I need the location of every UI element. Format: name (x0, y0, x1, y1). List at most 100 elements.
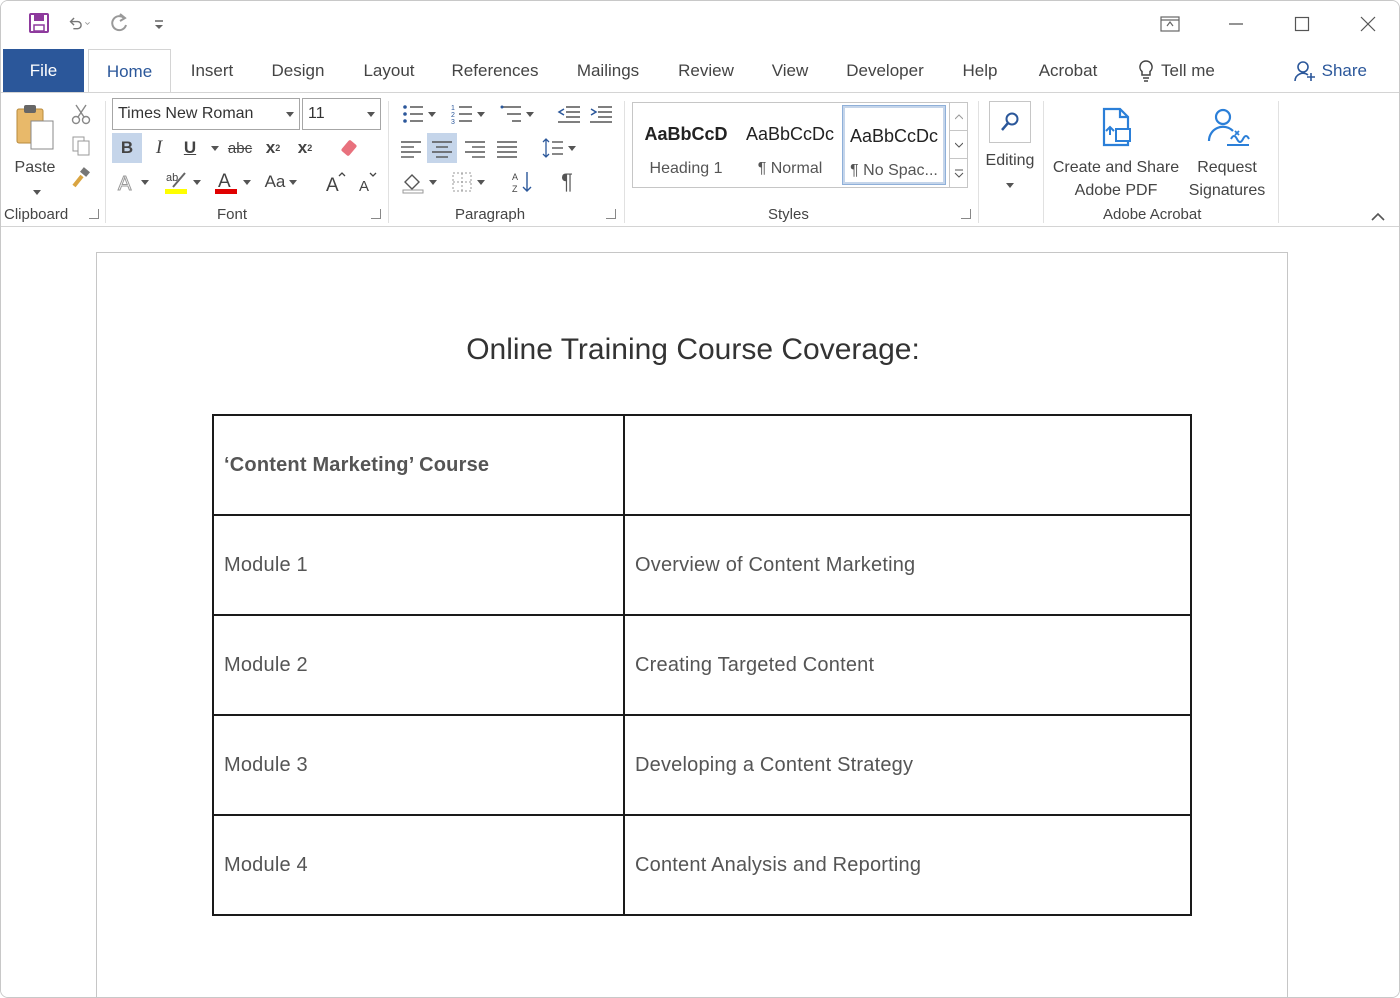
tab-developer[interactable]: Developer (838, 49, 932, 92)
undo-icon[interactable] (67, 11, 91, 35)
editing-button[interactable]: Editing (982, 101, 1038, 195)
bold-button[interactable]: B (112, 133, 142, 163)
style-normal-preview: AaBbCcDc (745, 124, 835, 144)
font-name-box[interactable]: Times New Roman (112, 98, 300, 130)
style-heading-1-preview: AaBbCcD (644, 124, 728, 144)
styles-scroll-down-icon[interactable] (950, 131, 967, 159)
clear-formatting-icon[interactable] (335, 133, 363, 163)
italic-button[interactable]: I (146, 133, 172, 163)
style-normal-name: ¶ Normal (757, 160, 823, 177)
format-painter-icon[interactable] (67, 165, 95, 191)
window-controls (1137, 1, 1399, 47)
show-marks-button[interactable]: ¶ (553, 167, 581, 197)
document-page[interactable]: Online Training Course Coverage: ‘Conten… (96, 252, 1288, 997)
underline-dropdown-icon[interactable] (211, 146, 219, 151)
tell-me[interactable]: Tell me (1137, 49, 1215, 92)
styles-more-icon[interactable] (950, 159, 967, 187)
justify-icon[interactable] (493, 133, 521, 163)
svg-text:A: A (512, 172, 518, 182)
underline-button[interactable]: U (177, 133, 203, 163)
share-button[interactable]: Share (1293, 49, 1367, 92)
style-heading-1[interactable]: AaBbCcD Heading 1 (635, 106, 737, 184)
table-row: Module 3 Developing a Content Strategy (212, 714, 1192, 816)
borders-icon[interactable] (446, 167, 490, 197)
table-cell[interactable]: Module 4 (212, 814, 625, 916)
table-cell[interactable] (623, 414, 1192, 516)
styles-gallery: AaBbCcD Heading 1 AaBbCcDc ¶ Normal AaBb… (632, 102, 968, 188)
tab-mailings[interactable]: Mailings (566, 49, 650, 92)
font-launcher-icon[interactable] (371, 209, 381, 219)
tab-layout[interactable]: Layout (351, 49, 427, 92)
request-signatures-button[interactable]: Request Signatures (1184, 105, 1270, 202)
ribbon-display-icon[interactable] (1137, 1, 1203, 47)
table-cell[interactable]: Content Analysis and Reporting (623, 814, 1192, 916)
style-normal[interactable]: AaBbCcDc ¶ Normal (739, 106, 841, 184)
acrobat-group-label: Adobe Acrobat (1103, 206, 1202, 223)
text-effects-icon[interactable]: A (114, 167, 150, 197)
numbering-icon[interactable]: 123 (446, 99, 490, 129)
tab-help[interactable]: Help (951, 49, 1009, 92)
cut-icon[interactable] (67, 101, 95, 127)
tab-file[interactable]: File (3, 49, 84, 92)
tab-design[interactable]: Design (259, 49, 337, 92)
maximize-icon[interactable] (1269, 1, 1335, 47)
svg-text:A: A (118, 173, 132, 193)
table-cell[interactable]: Overview of Content Marketing (623, 514, 1192, 616)
table-cell[interactable]: Module 3 (212, 714, 625, 816)
copy-icon[interactable] (67, 133, 95, 159)
multilevel-list-icon[interactable] (495, 99, 539, 129)
tab-acrobat[interactable]: Acrobat (1027, 49, 1109, 92)
minimize-icon[interactable] (1203, 1, 1269, 47)
tab-references[interactable]: References (444, 49, 546, 92)
redo-icon[interactable] (107, 11, 131, 35)
change-case-button[interactable]: Aa (259, 167, 303, 197)
align-right-icon[interactable] (461, 133, 489, 163)
svg-text:1: 1 (451, 105, 455, 112)
styles-scroll-up-icon[interactable] (950, 103, 967, 131)
styles-launcher-icon[interactable] (961, 209, 971, 219)
table-cell[interactable]: Developing a Content Strategy (623, 714, 1192, 816)
close-icon[interactable] (1335, 1, 1399, 47)
svg-text:A: A (359, 178, 369, 193)
highlight-color-icon[interactable]: ab (160, 167, 204, 197)
create-share-pdf-button[interactable]: Create and Share Adobe PDF (1049, 105, 1183, 202)
tab-review[interactable]: Review (669, 49, 743, 92)
table-cell[interactable]: Module 1 (212, 514, 625, 616)
tab-view[interactable]: View (761, 49, 819, 92)
tell-me-label: Tell me (1161, 60, 1215, 80)
shading-icon[interactable] (397, 167, 441, 197)
align-left-icon[interactable] (397, 133, 425, 163)
table-cell[interactable]: Creating Targeted Content (623, 614, 1192, 716)
decrease-indent-icon[interactable] (555, 99, 583, 129)
paragraph-launcher-icon[interactable] (606, 209, 616, 219)
table-cell[interactable]: Module 2 (212, 614, 625, 716)
tab-home[interactable]: Home (88, 49, 171, 93)
save-icon[interactable] (27, 11, 51, 35)
increase-indent-icon[interactable] (587, 99, 615, 129)
shrink-font-icon[interactable]: A (355, 167, 379, 197)
subscript-label: x (265, 138, 276, 157)
superscript-button[interactable]: x2 (292, 133, 318, 163)
clipboard-launcher-icon[interactable] (89, 209, 99, 219)
strikethrough-button[interactable]: abc (223, 133, 257, 163)
create-pdf-line1: Create and Share (1052, 159, 1180, 176)
sort-icon[interactable]: AZ (509, 167, 537, 197)
subscript-button[interactable]: x2 (260, 133, 286, 163)
customize-icon[interactable] (147, 11, 171, 35)
line-spacing-icon[interactable] (537, 133, 581, 163)
align-center-icon[interactable] (427, 133, 457, 163)
request-line1: Request (1197, 159, 1257, 176)
style-heading-1-name: Heading 1 (649, 160, 723, 177)
paste-button[interactable]: Paste (9, 103, 61, 202)
font-color-icon[interactable]: A (210, 167, 254, 197)
font-group-label: Font (217, 206, 248, 223)
grow-font-icon[interactable]: A (323, 167, 347, 197)
tab-insert[interactable]: Insert (177, 49, 247, 92)
style-no-spacing[interactable]: AaBbCcDc ¶ No Spac... (842, 105, 946, 185)
font-size-box[interactable]: 11 (302, 98, 381, 130)
font-name-dropdown-icon (286, 112, 294, 117)
collapse-ribbon-icon[interactable] (1371, 209, 1385, 227)
table-cell[interactable]: ‘Content Marketing’ Course (212, 414, 625, 516)
bullets-icon[interactable] (397, 99, 441, 129)
clipboard-paste-icon (16, 105, 54, 150)
